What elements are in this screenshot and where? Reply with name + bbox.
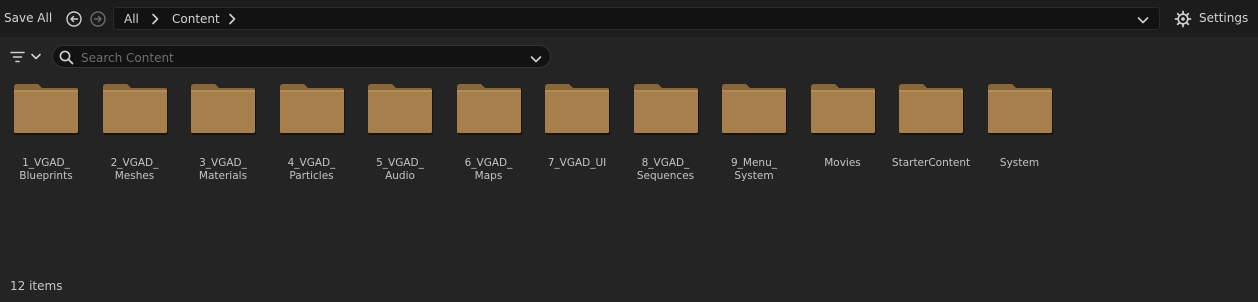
folder-icon	[102, 84, 169, 139]
chevron-right-icon[interactable]	[150, 13, 160, 28]
folder-label: 3_VGAD_ Materials	[198, 157, 248, 182]
filter-icon	[10, 51, 41, 63]
folder-tile[interactable]: 3_VGAD_ Materials	[179, 80, 267, 190]
item-count: 12 items	[10, 279, 63, 293]
arrow-left-circle-icon	[66, 11, 82, 27]
folder-label: 7_VGAD_UI	[547, 157, 607, 169]
breadcrumb-item-all[interactable]: All	[124, 12, 139, 26]
chevron-down-icon[interactable]	[530, 53, 542, 67]
folder-label: 5_VGAD_ Audio	[376, 157, 424, 182]
folder-tile[interactable]: Movies	[799, 80, 887, 190]
folder-icon	[633, 84, 700, 139]
folder-icon	[987, 84, 1054, 139]
folder-icon	[899, 84, 965, 139]
folder-tile[interactable]: 4_VGAD_ Particles	[268, 80, 356, 190]
folder-icon	[810, 84, 877, 139]
gear-icon	[1174, 10, 1192, 31]
breadcrumb: All Content	[113, 7, 1160, 30]
folder-tile[interactable]: 6_VGAD_ Maps	[445, 80, 533, 190]
folder-label: 6_VGAD_ Maps	[464, 157, 513, 182]
search-box	[52, 45, 551, 68]
folder-icon	[722, 84, 788, 139]
filter-button[interactable]	[10, 50, 44, 66]
breadcrumb-item-content[interactable]: Content	[172, 12, 220, 26]
folder-label: 4_VGAD_ Particles	[287, 157, 336, 182]
arrow-right-circle-icon	[90, 11, 106, 27]
folder-tile[interactable]: 7_VGAD_UI	[533, 80, 621, 190]
search-input[interactable]	[79, 48, 523, 67]
folder-tile[interactable]: 8_VGAD_ Sequences	[622, 80, 710, 190]
top-toolbar: Save All All Content Settings	[0, 0, 1258, 37]
folder-tile[interactable]: System	[976, 80, 1064, 190]
folder-label: System	[999, 157, 1040, 169]
chevron-right-icon[interactable]	[227, 13, 237, 28]
chevron-down-icon[interactable]	[1137, 14, 1149, 28]
settings-label: Settings	[1199, 11, 1249, 25]
asset-grid: 1_VGAD_ Blueprints 2_VGAD_ Meshes 3_VGAD_ …	[0, 80, 1258, 200]
folder-tile[interactable]: StarterContent	[887, 80, 975, 190]
folder-label: 1_VGAD_ Blueprints	[19, 157, 73, 182]
folder-label: 2_VGAD_ Meshes	[110, 157, 159, 182]
folder-icon	[279, 84, 346, 139]
back-button[interactable]	[66, 11, 82, 27]
folder-label: 8_VGAD_ Sequences	[636, 157, 695, 182]
folder-tile[interactable]: 1_VGAD_ Blueprints	[2, 80, 90, 190]
folder-label: Movies	[824, 157, 861, 169]
folder-icon	[14, 84, 80, 139]
folder-tile[interactable]: 5_VGAD_ Audio	[356, 80, 444, 190]
search-icon	[59, 50, 74, 68]
folder-icon	[456, 84, 523, 139]
folder-tile[interactable]: 2_VGAD_ Meshes	[91, 80, 179, 190]
save-all-button[interactable]: Save All	[4, 11, 52, 25]
folder-icon	[191, 84, 257, 139]
folder-label: 9_Menu_ System	[730, 157, 777, 182]
forward-button[interactable]	[90, 11, 106, 27]
folder-tile[interactable]: 9_Menu_ System	[710, 80, 798, 190]
folder-icon	[545, 84, 611, 139]
folder-icon	[368, 84, 434, 139]
folder-label: StarterContent	[891, 157, 971, 169]
